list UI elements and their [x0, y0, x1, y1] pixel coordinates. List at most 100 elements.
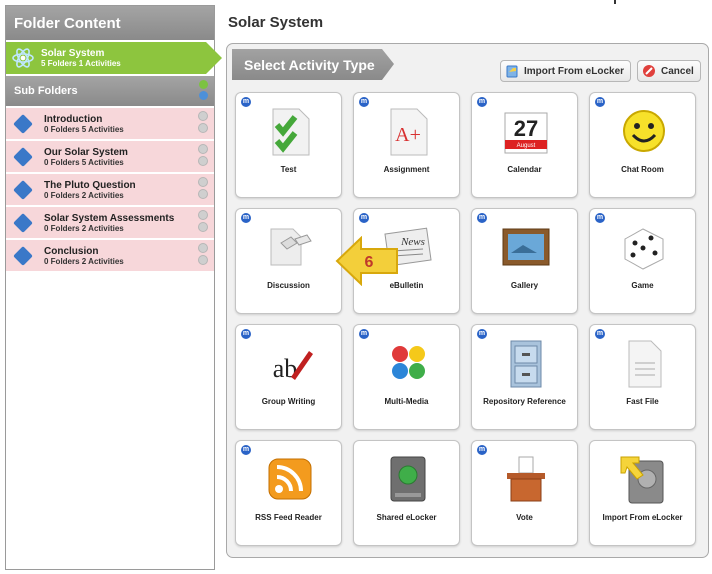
activity-label: Repository Reference [483, 397, 566, 406]
m-badge: m [359, 97, 369, 107]
m-badge: m [241, 329, 251, 339]
activity-repository-reference[interactable]: m Repository Reference [471, 324, 578, 430]
activity-label: Shared eLocker [376, 513, 437, 522]
activity-label: Import From eLocker [602, 513, 683, 522]
shared-elocker-icon [390, 456, 426, 502]
activity-chat-room[interactable]: m Chat Room [589, 92, 696, 198]
activity-rss-feed-reader[interactable]: m RSS Feed Reader [235, 440, 342, 546]
folder-diamond-icon [13, 113, 33, 134]
m-badge: m [477, 213, 487, 223]
sub-folder-item[interactable]: Introduction 0 Folders 5 Activities [6, 108, 214, 139]
discussion-icon [270, 228, 312, 266]
ebulletin-icon-text: News [400, 236, 425, 248]
sub-folder-item[interactable]: Conclusion 0 Folders 2 Activities [6, 240, 214, 271]
m-badge: m [595, 213, 605, 223]
select-activity-type-tab: Select Activity Type [232, 49, 394, 80]
activity-group-writing[interactable]: m ab Group Writing [235, 324, 342, 430]
activity-label: Game [631, 281, 654, 290]
activity-game[interactable]: m Game [589, 208, 696, 314]
callout-arrow: 6 [335, 236, 398, 286]
cancel-icon [643, 65, 655, 77]
gallery-icon [502, 228, 550, 266]
m-badge: m [241, 213, 251, 223]
settings-icon[interactable] [198, 156, 208, 166]
m-badge: m [359, 329, 369, 339]
folder-diamond-icon [13, 179, 33, 200]
calendar-month: August [517, 143, 536, 149]
activity-label: Vote [516, 513, 533, 522]
assignment-icon: A+ [390, 108, 428, 156]
add-folder-icon[interactable] [199, 80, 208, 89]
settings-icon[interactable] [198, 255, 208, 265]
import-icon [506, 65, 518, 78]
settings-icon[interactable] [198, 222, 208, 232]
repository-reference-icon [510, 340, 542, 388]
activity-import-from-elocker[interactable]: Import From eLocker [589, 440, 696, 546]
sub-folder-name: Conclusion [44, 245, 99, 257]
multi-media-icon [392, 346, 425, 379]
fast-file-icon [628, 340, 662, 388]
activity-fast-file[interactable]: m Fast File [589, 324, 696, 430]
import-elocker-icon [620, 456, 664, 504]
activity-label: Test [280, 165, 297, 174]
move-icon[interactable] [198, 177, 208, 187]
sub-folder-item[interactable]: Our Solar System 0 Folders 5 Activities [6, 141, 214, 172]
group-writing-icon: ab [273, 351, 313, 383]
sub-folder-counts: 0 Folders 2 Activities [44, 223, 124, 233]
move-icon[interactable] [198, 243, 208, 253]
atom-icon [12, 48, 34, 68]
activity-label: Gallery [510, 281, 539, 290]
activity-test[interactable]: m Test [235, 92, 342, 198]
cancel-button[interactable]: Cancel [637, 60, 701, 82]
test-icon [272, 108, 310, 156]
move-icon[interactable] [198, 144, 208, 154]
cancel-label: Cancel [661, 65, 694, 77]
activity-label: Discussion [267, 281, 310, 290]
activity-label: Assignment [383, 165, 430, 174]
activity-label: Multi-Media [384, 397, 429, 406]
activity-shared-elocker[interactable]: Shared eLocker [353, 440, 460, 546]
folder-diamond-icon [13, 212, 33, 233]
activity-discussion[interactable]: m Discussion [235, 208, 342, 314]
chat-room-icon [623, 110, 665, 152]
activity-label: Fast File [626, 397, 659, 406]
folder-content-header: Folder Content [6, 6, 214, 40]
page-title: Solar System [228, 14, 324, 31]
selected-folder-name: Solar System [41, 48, 105, 59]
rss-icon [268, 458, 312, 500]
sub-folders-header: Sub Folders [6, 76, 214, 106]
sub-folder-item[interactable]: The Pluto Question 0 Folders 2 Activitie… [6, 174, 214, 205]
sub-folder-item[interactable]: Solar System Assessments 0 Folders 2 Act… [6, 207, 214, 238]
activity-vote[interactable]: m Vote [471, 440, 578, 546]
callout-number: 6 [365, 254, 374, 271]
vote-icon [507, 456, 545, 502]
sub-folder-name: Our Solar System [44, 146, 128, 158]
m-badge: m [359, 213, 369, 223]
activity-panel: Select Activity Type Import From eLocker… [226, 43, 709, 558]
folder-diamond-icon [13, 146, 33, 167]
selected-folder-counts: 5 Folders 1 Activities [41, 59, 121, 68]
m-badge: m [241, 445, 251, 455]
selected-folder[interactable]: Solar System 5 Folders 1 Activities [6, 42, 222, 74]
sub-folder-name: Solar System Assessments [44, 212, 175, 224]
activity-calendar[interactable]: m 27 August Calendar [471, 92, 578, 198]
import-from-elocker-button[interactable]: Import From eLocker [500, 60, 632, 82]
sub-folder-counts: 0 Folders 5 Activities [44, 124, 124, 134]
activity-gallery[interactable]: m Gallery [471, 208, 578, 314]
move-icon[interactable] [198, 111, 208, 121]
m-badge: m [477, 97, 487, 107]
activity-label: RSS Feed Reader [255, 513, 322, 522]
calendar-icon: 27 August [504, 112, 548, 154]
move-icon[interactable] [198, 210, 208, 220]
activity-multi-media[interactable]: m Multi-Media [353, 324, 460, 430]
app-window: Folder Content Solar System 5 Folders 1 … [0, 0, 712, 574]
top-strip [216, 0, 712, 5]
folder-options-icon[interactable] [199, 91, 208, 100]
assignment-icon-text: A+ [395, 124, 421, 146]
settings-icon[interactable] [198, 189, 208, 199]
m-badge: m [595, 97, 605, 107]
sub-folder-name: Introduction [44, 113, 103, 125]
settings-icon[interactable] [198, 123, 208, 133]
activity-label: Calendar [507, 165, 542, 174]
activity-assignment[interactable]: m A+ Assignment [353, 92, 460, 198]
